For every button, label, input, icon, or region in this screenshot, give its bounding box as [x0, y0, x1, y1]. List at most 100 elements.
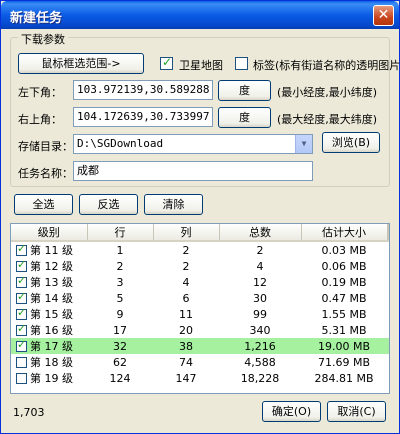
- size-cell: 0.19 MB: [321, 275, 367, 289]
- level-cell: 第 15 级: [30, 308, 73, 321]
- close-button[interactable]: ✕: [373, 5, 394, 26]
- levels-table: 级别 行 列 总数 估计大小 第 11 级 1 2 2 0.03 MB: [10, 223, 390, 394]
- header-total[interactable]: 总数: [219, 224, 302, 242]
- storage-dir-label: 存储目录：: [18, 140, 73, 153]
- total-cell: 4: [256, 259, 264, 273]
- total-cell: 12: [253, 275, 267, 289]
- total-cell: 2: [256, 243, 264, 257]
- rows-cell: 2: [116, 259, 124, 273]
- tag-checkbox[interactable]: [235, 57, 248, 70]
- table-row[interactable]: 第 12 级 2 2 4 0.06 MB: [11, 258, 389, 274]
- header-level[interactable]: 级别: [11, 224, 88, 242]
- total-cell: 30: [253, 291, 267, 305]
- tag-label: 标签(标有街道名称的透明图片): [253, 59, 400, 72]
- new-task-dialog: 新建任务 ✕ 下载参数 鼠标框选范围-> 卫星地图 标签(标有街道名称的透明图片…: [0, 0, 400, 434]
- task-name-label: 任务名称：: [18, 167, 73, 180]
- upper-right-degree-button[interactable]: 度: [218, 107, 271, 128]
- row-checkbox[interactable]: [16, 258, 27, 272]
- table-row[interactable]: 第 11 级 1 2 2 0.03 MB: [11, 241, 389, 258]
- ok-button[interactable]: 确定(O): [262, 401, 321, 422]
- total-cell: 1,216: [219, 338, 301, 354]
- chevron-down-icon[interactable]: ▼: [295, 135, 312, 153]
- level-cell: 第 12 级: [30, 260, 73, 273]
- lower-left-hint: (最小经度,最小纬度): [277, 86, 378, 99]
- size-cell: 0.06 MB: [321, 259, 367, 273]
- cols-cell: 4: [182, 275, 190, 289]
- size-cell: 71.69 MB: [317, 355, 371, 369]
- upper-right-label: 右上角：: [18, 113, 62, 126]
- cols-cell: 20: [179, 323, 193, 337]
- storage-dir-combobox[interactable]: D:\SGDownload ▼: [73, 134, 313, 154]
- rows-cell: 124: [109, 371, 131, 385]
- cols-cell: 11: [179, 307, 193, 321]
- row-checkbox[interactable]: [16, 290, 27, 304]
- satellite-map-checkbox[interactable]: [160, 55, 173, 70]
- table-row[interactable]: 第 16 级 17 20 340 5.31 MB: [11, 322, 389, 338]
- level-cell: 第 13 级: [30, 276, 73, 289]
- cols-cell: 2: [182, 243, 190, 257]
- header-cols[interactable]: 列: [153, 224, 220, 242]
- rows-cell: 17: [113, 323, 127, 337]
- total-cell: 340: [249, 323, 271, 337]
- total-cell: 99: [253, 307, 267, 321]
- total-cell: 4,588: [244, 355, 276, 369]
- clear-button[interactable]: 清除: [144, 194, 203, 215]
- table-header-row: 级别 行 列 总数 估计大小: [11, 224, 389, 242]
- group-title: 下载参数: [18, 31, 68, 47]
- rows-cell: 32: [87, 338, 153, 354]
- upper-right-hint: (最大经度,最大纬度): [277, 113, 378, 126]
- level-cell: 第 16 级: [30, 324, 73, 337]
- level-cell: 第 11 级: [30, 244, 73, 257]
- upper-right-input[interactable]: 104.172639,30.733997: [73, 107, 213, 127]
- row-checkbox[interactable]: [16, 306, 27, 320]
- satellite-map-label: 卫星地图: [179, 59, 223, 72]
- cancel-button[interactable]: 取消(C): [327, 401, 386, 422]
- size-cell: 19.00 MB: [301, 338, 387, 354]
- lower-left-degree-button[interactable]: 度: [218, 80, 271, 101]
- status-count: 1,703: [13, 406, 45, 419]
- level-cell: 第 19 级: [30, 372, 73, 385]
- size-cell: 1.55 MB: [321, 307, 367, 321]
- header-rows[interactable]: 行: [87, 224, 154, 242]
- lower-left-label: 左下角：: [18, 86, 62, 99]
- level-cell: 第 17 级: [30, 340, 73, 353]
- cols-cell: 2: [182, 259, 190, 273]
- mouse-select-range-button[interactable]: 鼠标框选范围->: [18, 53, 144, 74]
- header-filler: [387, 224, 389, 242]
- title-bar[interactable]: 新建任务 ✕: [1, 1, 399, 29]
- row-checkbox[interactable]: [16, 274, 27, 288]
- row-checkbox[interactable]: [16, 373, 27, 384]
- row-checkbox[interactable]: [16, 338, 27, 352]
- table-row-selected[interactable]: 第 17 级 32 38 1,216 19.00 MB: [11, 338, 389, 354]
- rows-cell: 1: [116, 243, 124, 257]
- cols-cell: 147: [175, 371, 197, 385]
- invert-selection-button[interactable]: 反选: [79, 194, 138, 215]
- header-size[interactable]: 估计大小: [301, 224, 388, 242]
- size-cell: 0.03 MB: [321, 243, 367, 257]
- level-cell: 第 18 级: [30, 356, 73, 369]
- table-row[interactable]: 第 14 级 5 6 30 0.47 MB: [11, 290, 389, 306]
- rows-cell: 62: [113, 355, 127, 369]
- browse-button[interactable]: 浏览(B): [322, 132, 380, 153]
- row-checkbox[interactable]: [16, 242, 27, 256]
- task-name-input[interactable]: 成都: [73, 161, 313, 181]
- table-row[interactable]: 第 15 级 9 11 99 1.55 MB: [11, 306, 389, 322]
- rows-cell: 5: [116, 291, 124, 305]
- select-all-button[interactable]: 全选: [14, 194, 73, 215]
- rows-cell: 3: [116, 275, 124, 289]
- storage-dir-value: D:\SGDownload: [77, 137, 164, 150]
- level-cell: 第 14 级: [30, 292, 73, 305]
- table-row[interactable]: 第 18 级 62 74 4,588 71.69 MB: [11, 354, 389, 370]
- window-title: 新建任务: [10, 11, 63, 26]
- table-row[interactable]: 第 19 级 124 147 18,228 284.81 MB: [11, 370, 389, 386]
- row-checkbox[interactable]: [16, 322, 27, 336]
- rows-cell: 9: [116, 307, 124, 321]
- row-checkbox[interactable]: [16, 357, 27, 368]
- cols-cell: 6: [182, 291, 190, 305]
- cols-cell: 74: [179, 355, 193, 369]
- total-cell: 18,228: [240, 371, 280, 385]
- lower-left-input[interactable]: 103.972139,30.589288: [73, 80, 213, 100]
- size-cell: 0.47 MB: [321, 291, 367, 305]
- table-row[interactable]: 第 13 级 3 4 12 0.19 MB: [11, 274, 389, 290]
- size-cell: 284.81 MB: [314, 371, 374, 385]
